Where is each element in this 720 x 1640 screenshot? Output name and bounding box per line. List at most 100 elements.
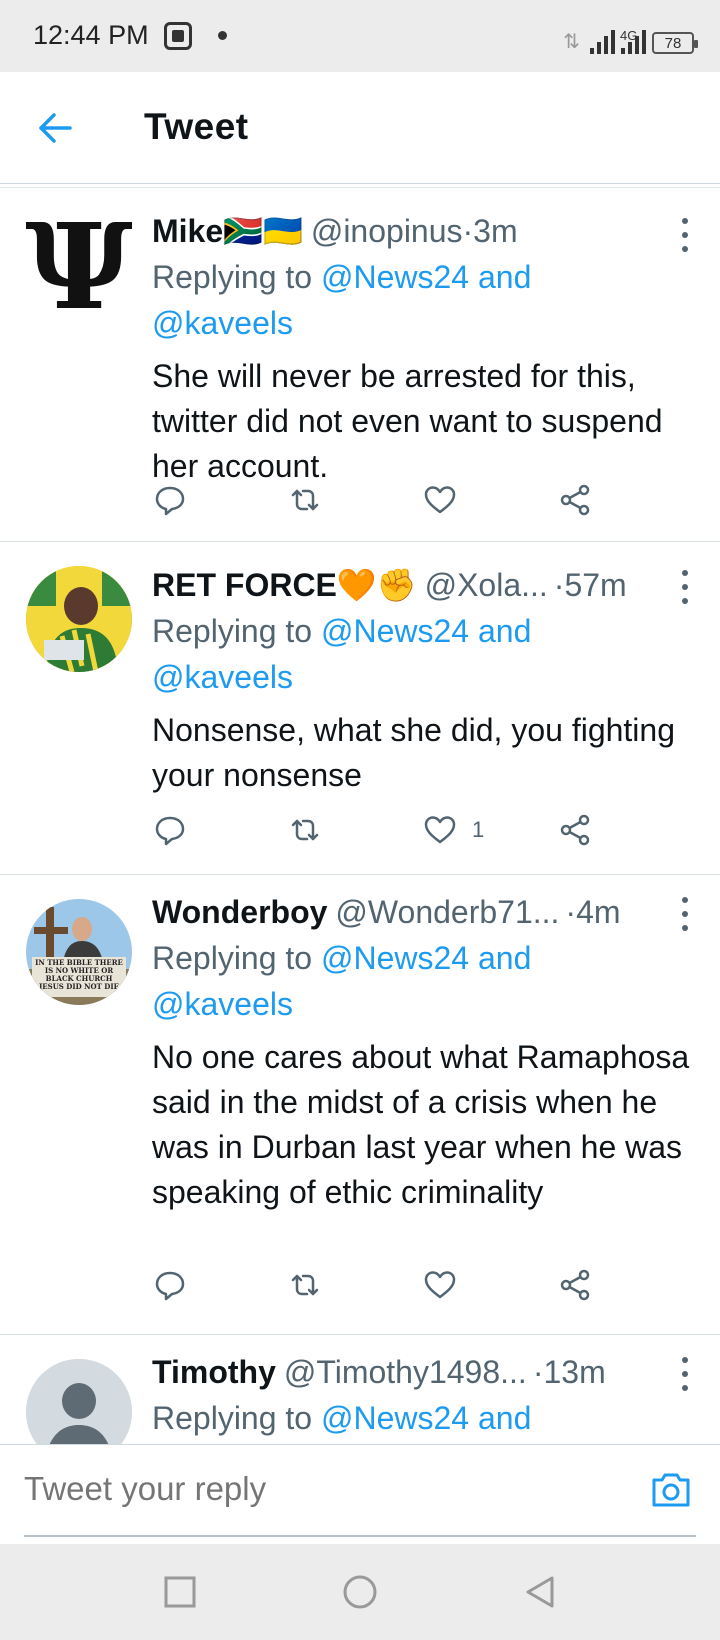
replying-to: Replying to @News24 and @kaveels: [152, 935, 700, 1027]
more-options-icon[interactable]: [680, 570, 690, 604]
tweet-header: Wonderboy @Wonderb71... · 4m: [152, 889, 700, 935]
replying-label: Replying to: [152, 1400, 313, 1436]
arrow-left-icon: [39, 113, 72, 143]
camera-button[interactable]: [648, 1467, 694, 1513]
tweet-separator: ·: [565, 893, 577, 930]
tweet-item[interactable]: Timothy @Timothy1498... · 13m Replying t…: [0, 1335, 720, 1444]
status-indicators: ⇅ 4G 78: [563, 18, 698, 54]
retweet-icon: [291, 819, 319, 841]
tweet-time: 3m: [473, 212, 518, 249]
tweet-actions: 1: [152, 810, 622, 850]
tweet-text: She will never be arrested for this, twi…: [152, 358, 663, 484]
tweet-separator: ·: [553, 566, 565, 603]
reply-button[interactable]: [152, 810, 188, 850]
like-count: 1: [472, 817, 485, 842]
tweet-time: 13m: [543, 1353, 606, 1390]
user-name[interactable]: Mike: [152, 213, 223, 250]
tweet-header: RET FORCE 🧡✊ @Xola... · 57m: [152, 562, 700, 608]
tweet-separator: ·: [462, 212, 474, 249]
reply-button[interactable]: [152, 480, 188, 520]
replying-to: Replying to @News24 and @kaveels: [152, 608, 700, 700]
user-handle[interactable]: @inopinus: [311, 213, 463, 250]
battery-level: 78: [664, 34, 682, 52]
replying-to: Replying to @News24 and: [152, 1395, 700, 1441]
tweet-item[interactable]: Ψ Mike 🇿🇦🇺🇦 @inopinus · 3m Replying to @…: [0, 190, 720, 542]
name-emoji: 🇿🇦🇺🇦: [223, 213, 303, 249]
reply-composer: [0, 1444, 720, 1544]
share-icon: [560, 814, 590, 846]
like-button[interactable]: [422, 1265, 472, 1305]
share-button[interactable]: [557, 810, 593, 850]
user-name[interactable]: RET FORCE: [152, 567, 337, 604]
status-time: 12:44 PM: [33, 20, 149, 50]
reply-input[interactable]: [24, 1459, 604, 1519]
user-handle[interactable]: @Wonderb71...: [335, 894, 559, 931]
tweet-time: 4m: [576, 893, 621, 930]
avatar[interactable]: [26, 1359, 132, 1444]
reply-icon: [155, 486, 185, 516]
triangle-back-icon: [526, 1576, 554, 1608]
signal-icon: [590, 30, 615, 54]
replying-label: Replying to: [152, 940, 313, 976]
battery-icon: 78: [652, 32, 698, 54]
system-navigation-bar: [0, 1544, 720, 1640]
name-emoji: 🧡✊: [336, 567, 417, 603]
top-app-bar: Tweet: [0, 72, 720, 188]
back-button[interactable]: [30, 102, 82, 154]
tweet-time: 57m: [564, 566, 627, 603]
data-transfer-icon: ⇅: [563, 31, 580, 53]
share-icon: [560, 1269, 590, 1301]
home-button[interactable]: [342, 1574, 378, 1610]
recents-button[interactable]: [162, 1574, 198, 1610]
share-button[interactable]: [557, 480, 593, 520]
more-options-icon[interactable]: [680, 1357, 690, 1391]
like-button[interactable]: [422, 480, 472, 520]
circle-icon: [343, 1575, 377, 1609]
like-button[interactable]: 1: [422, 810, 484, 850]
reply-icon: [155, 816, 185, 846]
retweet-button[interactable]: [287, 1265, 323, 1305]
psi-logo-icon: Ψ: [26, 212, 132, 318]
tweet-actions: [152, 480, 622, 520]
svg-text:Ψ: Ψ: [26, 212, 132, 318]
tweet-text: Nonsense, what she did, you fighting you…: [152, 712, 675, 793]
input-underline: [24, 1535, 696, 1537]
tweet-text: No one cares about what Ramaphosa said i…: [152, 1039, 690, 1210]
replying-label: Replying to: [152, 613, 313, 649]
notification-dot-icon: [218, 31, 227, 40]
avatar[interactable]: IN THE BIBLE THERE IS NO WHITE OR BLACK …: [26, 899, 132, 1005]
replying-label: Replying to: [152, 259, 313, 295]
user-handle[interactable]: @Timothy1498...: [284, 1354, 527, 1391]
more-options-icon[interactable]: [680, 897, 690, 931]
reply-icon: [155, 1271, 185, 1301]
more-options-icon[interactable]: [680, 218, 690, 252]
share-icon: [560, 484, 590, 516]
status-bar: 12:44 PM ⇅ 4G 78: [0, 0, 720, 72]
heart-icon: [424, 1271, 456, 1299]
camera-icon: [652, 1473, 690, 1507]
reply-feed[interactable]: Ψ Mike 🇿🇦🇺🇦 @inopinus · 3m Replying to @…: [0, 190, 720, 1444]
heart-icon: [424, 816, 456, 844]
tweet-item[interactable]: IN THE BIBLE THERE IS NO WHITE OR BLACK …: [0, 875, 720, 1335]
square-icon: [164, 1576, 196, 1608]
network-type: 4G: [620, 28, 638, 43]
tweet-header: Timothy @Timothy1498... · 13m: [152, 1349, 700, 1395]
heart-icon: [424, 486, 456, 514]
share-button[interactable]: [557, 1265, 593, 1305]
avatar-sign-text: IN THE BIBLE THERE IS NO WHITE OR BLACK …: [35, 959, 123, 991]
default-avatar-icon: [26, 1359, 132, 1444]
user-name[interactable]: Wonderboy: [152, 894, 327, 931]
user-handle[interactable]: @Xola...: [425, 567, 548, 604]
back-nav-button[interactable]: [522, 1574, 558, 1610]
retweet-icon: [291, 1274, 319, 1296]
user-name[interactable]: Timothy: [152, 1354, 276, 1391]
retweet-button[interactable]: [287, 480, 323, 520]
replying-mentions[interactable]: @News24 and: [321, 1400, 531, 1436]
tweet-item[interactable]: RET FORCE 🧡✊ @Xola... · 57m Replying to …: [0, 542, 720, 875]
reply-button[interactable]: [152, 1265, 188, 1305]
retweet-icon: [291, 489, 319, 511]
page-title: Tweet: [144, 106, 249, 147]
avatar[interactable]: Ψ: [26, 212, 132, 318]
retweet-button[interactable]: [287, 810, 323, 850]
avatar[interactable]: [26, 566, 132, 672]
